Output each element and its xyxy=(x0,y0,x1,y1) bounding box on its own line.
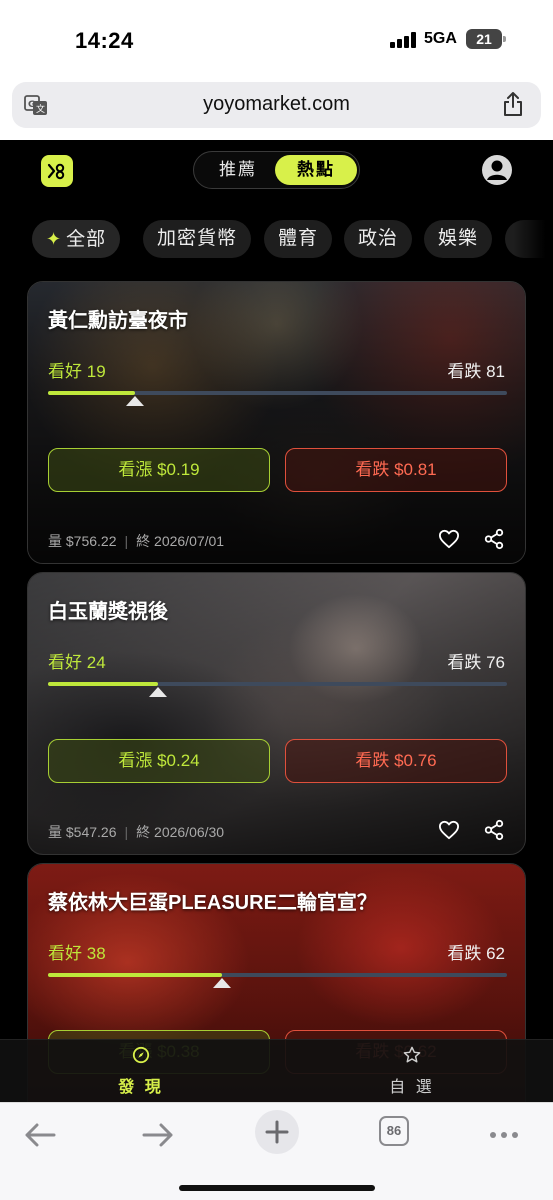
compass-icon xyxy=(132,1046,150,1064)
logo-icon[interactable] xyxy=(41,155,73,187)
category-entertainment[interactable]: 娛樂 xyxy=(424,220,493,258)
odds-marker xyxy=(126,396,145,406)
buy-no-button[interactable]: 看跌 $0.76 xyxy=(285,739,507,783)
bull-odds: 看好 38 xyxy=(48,939,106,964)
odds-bar xyxy=(48,391,507,406)
bull-pct: 19 xyxy=(86,362,106,381)
heart-icon[interactable] xyxy=(438,529,460,549)
bear-label: 看跌 xyxy=(447,653,482,672)
market-card[interactable]: 黃仁勳訪臺夜市 看好 19 看跌 81 看漲 $0.19 看跌 $0.81 量 … xyxy=(27,281,526,564)
bull-label: 看好 xyxy=(48,944,82,963)
bear-label: 看跌 xyxy=(447,362,482,381)
nav-discover[interactable]: 發 現 xyxy=(101,1046,181,1097)
category-chips: ✦ 全部 加密貨幣 體育 政治 娛樂 xyxy=(0,220,553,260)
odds-bar xyxy=(48,682,507,697)
bottom-nav: 發 現 自 選 xyxy=(0,1039,553,1102)
market-volume: 量 $756.22 xyxy=(48,533,117,549)
bull-pct: 38 xyxy=(86,944,106,963)
top-nav: 推薦 熱點 xyxy=(0,140,553,200)
category-crypto[interactable]: 加密貨幣 xyxy=(143,220,252,258)
odds-bar-fill xyxy=(48,391,136,395)
bear-odds: 看跌 62 xyxy=(447,939,505,964)
nav-favorites[interactable]: 自 選 xyxy=(372,1046,452,1097)
buy-no-button[interactable]: 看跌 $0.81 xyxy=(285,448,507,492)
market-end-date: 終 2026/07/01 xyxy=(136,533,225,549)
feed-toggle: 推薦 熱點 xyxy=(193,151,360,189)
market-meta: 量 $547.26 | 終 2026/06/30 xyxy=(48,824,225,840)
odds-bar xyxy=(48,973,507,988)
plus-icon[interactable] xyxy=(254,1109,300,1155)
bear-odds: 看跌 81 xyxy=(447,357,505,382)
sparkle-icon: ✦ xyxy=(46,229,63,249)
forward-arrow-icon[interactable] xyxy=(136,1113,180,1157)
odds-marker xyxy=(149,687,168,697)
bear-pct: 81 xyxy=(486,362,505,381)
nav-discover-label: 發 現 xyxy=(118,1079,164,1096)
home-indicator xyxy=(179,1185,375,1191)
market-title: 白玉蘭獎視後 xyxy=(48,601,168,623)
category-label: 全部 xyxy=(66,229,107,250)
bull-odds: 看好 24 xyxy=(48,648,106,673)
bear-label: 看跌 xyxy=(447,944,482,963)
bear-pct: 76 xyxy=(486,653,505,672)
category-sports[interactable]: 體育 xyxy=(264,220,333,258)
share-nodes-icon[interactable] xyxy=(483,819,505,841)
bull-odds: 看好 19 xyxy=(48,357,106,382)
market-title: 蔡依林大巨蛋PLEASURE二輪官宣？ xyxy=(48,892,377,914)
odds-marker xyxy=(213,978,232,988)
profile-icon[interactable] xyxy=(481,154,513,186)
share-icon[interactable] xyxy=(501,91,525,117)
tab-recommended[interactable]: 推薦 xyxy=(197,155,279,185)
url-bar[interactable]: G 文 yoyomarket.com xyxy=(12,82,541,128)
browser-toolbar: 86 xyxy=(0,1102,553,1200)
signal-icon xyxy=(390,32,418,48)
buy-yes-button[interactable]: 看漲 $0.19 xyxy=(48,448,270,492)
buy-yes-button[interactable]: 看漲 $0.24 xyxy=(48,739,270,783)
back-arrow-icon[interactable] xyxy=(18,1113,62,1157)
heart-icon[interactable] xyxy=(438,820,460,840)
nav-favorites-label: 自 選 xyxy=(389,1079,435,1096)
tab-trending[interactable]: 熱點 xyxy=(275,155,357,185)
bear-odds: 看跌 76 xyxy=(447,648,505,673)
tab-count[interactable]: 86 xyxy=(379,1116,409,1146)
odds-bar-fill xyxy=(48,682,159,686)
odds-bar-fill xyxy=(48,973,223,977)
star-icon xyxy=(403,1046,421,1063)
more-icon[interactable] xyxy=(482,1113,526,1157)
battery-icon: 21 xyxy=(466,29,506,49)
bull-label: 看好 xyxy=(48,362,82,381)
network-type: 5GA xyxy=(424,30,457,47)
status-bar: 14:24 5GA 21 xyxy=(0,0,553,80)
share-nodes-icon[interactable] xyxy=(483,528,505,550)
chips-fade xyxy=(513,220,553,260)
status-time: 14:24 xyxy=(75,28,134,53)
market-volume: 量 $547.26 xyxy=(48,824,117,840)
bull-pct: 24 xyxy=(86,653,106,672)
bear-pct: 62 xyxy=(486,944,505,963)
category-all[interactable]: ✦ 全部 xyxy=(32,220,121,258)
market-end-date: 終 2026/06/30 xyxy=(136,824,225,840)
bull-label: 看好 xyxy=(48,653,82,672)
market-meta: 量 $756.22 | 終 2026/07/01 xyxy=(48,533,225,549)
app-viewport: 推薦 熱點 ✦ 全部 加密貨幣 體育 政治 娛樂 黃仁勳訪臺夜市 看好 19 看跌… xyxy=(0,140,553,1102)
url-text[interactable]: yoyomarket.com xyxy=(12,93,541,116)
category-politics[interactable]: 政治 xyxy=(344,220,413,258)
market-card[interactable]: 白玉蘭獎視後 看好 24 看跌 76 看漲 $0.24 看跌 $0.76 量 $… xyxy=(27,572,526,855)
market-title: 黃仁勳訪臺夜市 xyxy=(48,310,188,332)
